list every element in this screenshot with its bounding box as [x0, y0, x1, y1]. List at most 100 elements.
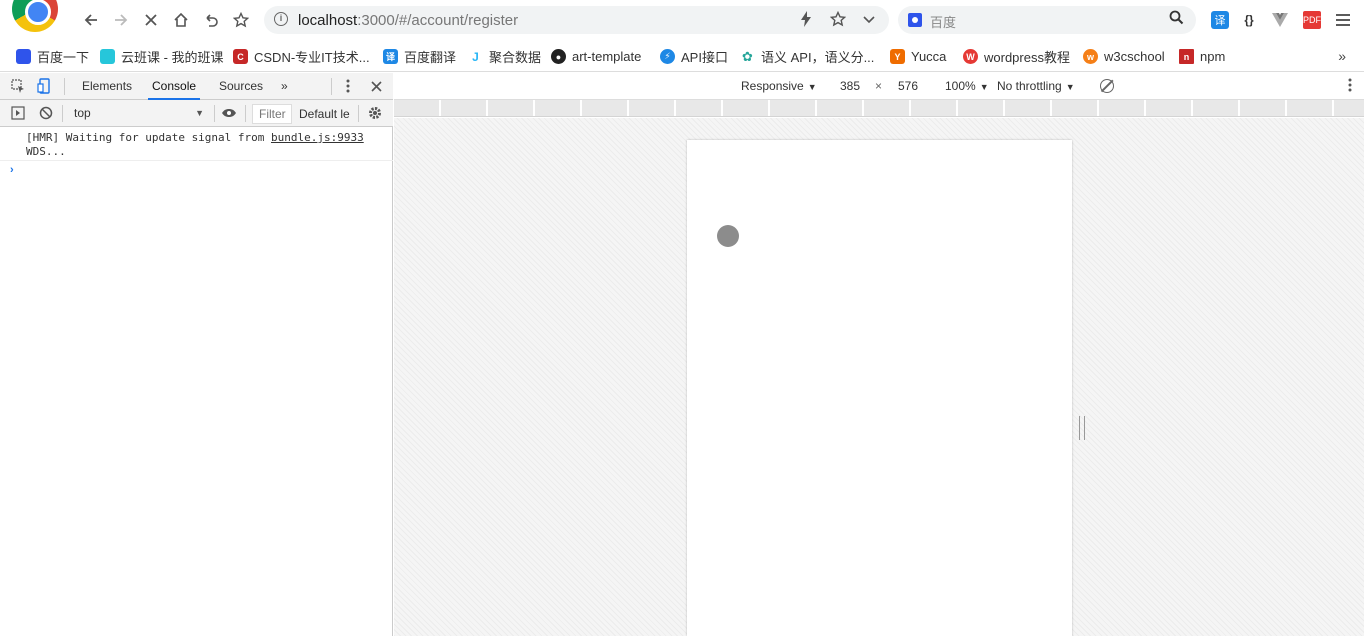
device-viewport-area — [394, 118, 1364, 636]
back-button[interactable] — [80, 9, 102, 31]
tab-elements[interactable]: Elements — [78, 73, 136, 100]
npm-icon: n — [1179, 49, 1194, 64]
throttling-value: No throttling — [997, 79, 1062, 93]
caret-down-icon: ▼ — [1065, 82, 1075, 92]
api-icon: ⚡ — [660, 49, 675, 64]
bookmark-label: 语义 API，语义分... — [761, 50, 875, 65]
device-select[interactable]: Responsive ▼ — [741, 73, 817, 100]
browser-menu-icon[interactable] — [1334, 11, 1352, 29]
console-message: [HMR] Waiting for update signal from WDS… — [0, 128, 393, 161]
live-expression-eye-icon[interactable] — [221, 105, 237, 121]
tab-sources[interactable]: Sources — [215, 73, 267, 100]
log-levels-select[interactable]: Default le — [299, 104, 353, 124]
wordpress-icon: W — [963, 49, 978, 64]
console-prompt[interactable]: › — [10, 164, 14, 176]
bookmark-item[interactable]: Y Yucca — [890, 48, 946, 65]
address-url[interactable]: localhost:3000/#/account/register — [298, 12, 518, 29]
bookmark-label: 百度一下 — [37, 50, 90, 65]
url-path: :3000/#/account/register — [357, 12, 519, 29]
chevron-down-icon[interactable] — [862, 11, 876, 30]
bookmark-item[interactable]: ⚡ API接口 — [660, 48, 728, 65]
more-tabs-button[interactable]: » — [277, 73, 292, 100]
console-filter-input[interactable]: Filter — [252, 104, 292, 124]
dimension-separator: × — [875, 79, 883, 93]
close-devtools-icon[interactable] — [368, 78, 384, 94]
bookmark-star-icon[interactable] — [829, 10, 847, 30]
bookmark-item[interactable]: ✿ 语义 API，语义分... — [740, 48, 874, 65]
bookmark-item[interactable]: 云班课 - 我的班课 — [100, 48, 224, 65]
stop-loading-button[interactable] — [140, 9, 162, 31]
vue-devtools-icon[interactable] — [1271, 11, 1289, 29]
bookmark-item[interactable]: W wordpress教程 — [963, 48, 1070, 65]
json-viewer-extension-icon[interactable]: {} — [1240, 11, 1258, 29]
tab-console[interactable]: Console — [148, 73, 201, 100]
search-icon[interactable] — [1169, 10, 1184, 29]
juhe-icon: J — [468, 49, 483, 64]
zoom-select[interactable]: 100% ▼ — [945, 73, 989, 100]
zoom-value: 100% — [945, 79, 976, 93]
translate-extension-icon[interactable]: 译 — [1211, 11, 1229, 29]
viewport-width-input[interactable]: 385 — [840, 73, 860, 100]
show-sidebar-icon[interactable] — [10, 105, 26, 121]
home-button[interactable] — [170, 9, 192, 31]
throttling-select[interactable]: No throttling ▼ — [997, 73, 1075, 100]
toolbar-separator — [214, 105, 215, 122]
bookmark-item[interactable]: 译 百度翻译 — [383, 48, 456, 65]
devtools-menu-icon[interactable] — [340, 78, 356, 94]
console-message-text: [HMR] Waiting for update signal from WDS… — [26, 131, 264, 159]
inspect-element-icon[interactable] — [10, 78, 26, 94]
toolbar-separator — [358, 105, 359, 122]
bookmark-label: 云班课 - 我的班课 — [121, 50, 224, 65]
device-options-menu-icon[interactable] — [1348, 78, 1352, 95]
rotate-icon[interactable] — [1100, 79, 1114, 93]
bookmark-item[interactable]: n npm — [1179, 48, 1225, 65]
bookmarks-overflow-button[interactable]: » — [1338, 48, 1346, 64]
tab-separator — [331, 78, 332, 95]
toolbar-separator — [62, 105, 63, 122]
bookmark-item[interactable]: ● art-template — [551, 48, 641, 65]
bookmark-label: Yucca — [911, 49, 947, 64]
site-info-icon[interactable]: i — [274, 12, 288, 26]
w3cschool-icon: w — [1083, 49, 1098, 64]
bookmark-label: wordpress教程 — [984, 50, 1070, 65]
tab-separator — [64, 78, 65, 95]
caret-down-icon: ▼ — [195, 108, 204, 118]
forward-button[interactable] — [110, 9, 132, 31]
search-box[interactable]: 百度 — [898, 6, 1196, 34]
pdf-extension-icon[interactable]: PDF — [1303, 11, 1321, 29]
bookmark-item[interactable]: C CSDN-专业IT技术... — [233, 48, 370, 65]
viewport-height-input[interactable]: 576 — [898, 73, 918, 100]
console-settings-gear-icon[interactable] — [367, 105, 383, 121]
lightning-icon[interactable] — [800, 11, 812, 30]
undo-icon — [206, 14, 218, 27]
undo-close-tab-button[interactable] — [200, 9, 222, 31]
bookmark-item[interactable]: 百度一下 — [16, 48, 89, 65]
loading-spinner — [717, 225, 739, 247]
media-query-ruler[interactable] — [394, 100, 1364, 117]
url-host: localhost — [298, 12, 358, 29]
console-toolbar: top ▼ Filter Default le — [0, 100, 393, 127]
bookmark-label: API接口 — [681, 50, 728, 65]
arrow-right-icon — [115, 14, 128, 26]
favorite-button[interactable] — [230, 9, 252, 31]
emulated-page[interactable] — [687, 140, 1072, 636]
browser-toolbar: i localhost:3000/#/account/register 百度 译… — [0, 0, 1364, 40]
clear-console-icon[interactable] — [38, 105, 54, 121]
bookmark-item[interactable]: w w3cschool — [1083, 48, 1165, 65]
semantic-api-icon: ✿ — [740, 49, 755, 64]
context-select[interactable]: top ▼ — [66, 103, 210, 124]
bookmark-label: npm — [1200, 49, 1226, 64]
devtools-panel: Elements Console Sources » top ▼ Filter … — [0, 73, 393, 636]
address-bar[interactable]: i localhost:3000/#/account/register — [264, 6, 889, 34]
caret-down-icon: ▼ — [979, 82, 989, 92]
context-value: top — [74, 106, 91, 120]
device-toggle-icon[interactable] — [36, 78, 52, 94]
bookmark-item[interactable]: J 聚合数据 — [468, 48, 541, 65]
bookmark-label: CSDN-专业IT技术... — [254, 50, 370, 65]
viewport-resize-handle[interactable] — [1079, 416, 1085, 440]
caret-down-icon: ▼ — [807, 82, 817, 92]
bookmark-label: 聚合数据 — [489, 50, 542, 65]
device-select-value: Responsive — [741, 79, 804, 93]
cloud-class-icon — [100, 49, 115, 64]
console-source-link[interactable]: bundle.js:9933 — [271, 131, 364, 145]
